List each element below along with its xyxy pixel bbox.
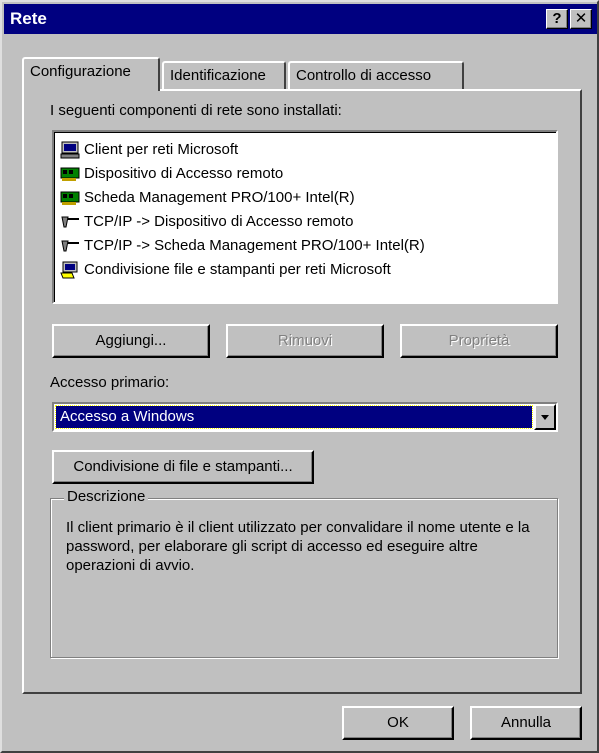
service-icon (60, 261, 78, 279)
title-bar[interactable]: Rete ? ✕ (4, 4, 597, 34)
list-item-label: Client per reti Microsoft (84, 141, 239, 158)
installed-components-label: I seguenti componenti di rete sono insta… (50, 102, 342, 119)
list-item[interactable]: Scheda Management PRO/100+ Intel(R) (60, 186, 556, 210)
description-text: Il client primario è il client utilizzat… (66, 519, 530, 574)
file-printer-sharing-button[interactable]: Condivisione di file e stampanti... (52, 450, 314, 484)
description-title: Descrizione (64, 488, 149, 505)
tab-configurazione[interactable]: Configurazione (22, 57, 160, 91)
protocol-icon (61, 216, 79, 228)
list-item-label: TCP/IP -> Scheda Management PRO/100+ Int… (84, 237, 425, 254)
list-item[interactable]: Dispositivo di Accesso remoto (60, 162, 556, 186)
list-item[interactable]: Condivisione file e stampanti per reti M… (60, 258, 556, 282)
properties-button[interactable]: Proprietà (400, 324, 558, 358)
components-listbox[interactable]: Client per reti Microsoft Dispositivo di… (52, 130, 558, 304)
protocol-icon (61, 240, 79, 252)
window-title: Rete (10, 9, 47, 28)
add-button[interactable]: Aggiungi... (52, 324, 210, 358)
network-adapter-icon (60, 191, 80, 205)
client-icon (60, 141, 80, 159)
list-item[interactable]: TCP/IP -> Scheda Management PRO/100+ Int… (60, 234, 556, 258)
dropdown-button[interactable] (534, 404, 556, 430)
primary-logon-value: Accesso a Windows (55, 405, 533, 429)
ok-button[interactable]: OK (342, 706, 454, 740)
tab-controllo-accesso[interactable]: Controllo di accesso (288, 61, 464, 91)
list-item[interactable]: TCP/IP -> Dispositivo di Accesso remoto (60, 210, 556, 234)
network-adapter-icon (60, 167, 80, 181)
close-button[interactable]: ✕ (570, 9, 592, 29)
help-button[interactable]: ? (546, 9, 568, 29)
primary-logon-select[interactable]: Accesso a Windows (52, 402, 558, 432)
list-item[interactable]: Client per reti Microsoft (60, 138, 556, 162)
remove-button[interactable]: Rimuovi (226, 324, 384, 358)
chevron-down-icon (541, 415, 549, 420)
network-dialog: Rete ? ✕ Configurazione Identificazione … (0, 0, 599, 753)
list-item-label: Dispositivo di Accesso remoto (84, 165, 284, 182)
list-item-label: TCP/IP -> Dispositivo di Accesso remoto (84, 213, 354, 230)
tab-identificazione[interactable]: Identificazione (162, 61, 286, 91)
list-item-label: Scheda Management PRO/100+ Intel(R) (84, 189, 355, 206)
primary-logon-label: Accesso primario: (50, 374, 170, 391)
cancel-button[interactable]: Annulla (470, 706, 582, 740)
list-item-label: Condivisione file e stampanti per reti M… (84, 261, 391, 278)
